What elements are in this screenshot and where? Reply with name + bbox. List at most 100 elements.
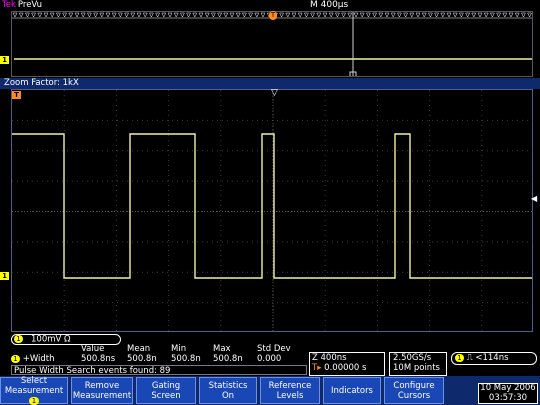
overview-tick [55, 12, 61, 18]
overview-tick [241, 12, 247, 18]
remove-measurement-button[interactable]: Remove Measurement [71, 377, 133, 404]
overview-tick [440, 12, 446, 18]
overview-tick [93, 12, 99, 18]
overview-tick [210, 12, 216, 18]
overview-tick [384, 12, 390, 18]
overview-tick [291, 12, 297, 18]
overview-tick [192, 12, 198, 18]
remove-measurement-label: Remove Measurement [72, 380, 132, 401]
meas-value: 500.8ns [81, 354, 116, 364]
overview-tick [43, 12, 49, 18]
pulse-trigger-icon: ⎍ [466, 353, 473, 363]
configure-label: Configure [393, 380, 435, 391]
overview-tick [105, 12, 111, 18]
meas-min: 500.8n [171, 354, 201, 364]
overview-tick [465, 12, 471, 18]
statistics-button[interactable]: Statistics On [199, 377, 257, 404]
overview-tick [316, 12, 322, 18]
datetime-readout: 10 May 2006 03:57:30 [478, 383, 538, 404]
indicators-button[interactable]: Indicators [323, 377, 381, 404]
overview-tick [427, 12, 433, 18]
timebase-label: M 400µs [310, 0, 349, 10]
overview-tick [124, 12, 130, 18]
overview-tick [254, 12, 260, 18]
zoom-scale: Z 400ns [312, 353, 347, 363]
graticule-svg [12, 90, 534, 333]
overview-tick [86, 12, 92, 18]
mode-label: PreVu [17, 0, 43, 10]
overview-tick [421, 12, 427, 18]
overview-tick [18, 12, 24, 18]
gating-button[interactable]: Gating Screen [136, 377, 196, 404]
record-length: 10M points [393, 363, 440, 373]
zoom-readout[interactable]: Z 400ns T▸ 0.00000 s [309, 352, 385, 376]
overview-trigger-marker[interactable]: T [269, 11, 277, 20]
overview-tick [322, 12, 328, 18]
overview-tick [111, 12, 117, 18]
overview-tick [303, 12, 309, 18]
overview-tick [403, 12, 409, 18]
trigger-delay-icon: T▸ [312, 363, 322, 373]
overview-tick [161, 12, 167, 18]
overview-tick [520, 12, 526, 18]
indicators-label: Indicators [331, 385, 373, 396]
overview-tick [279, 12, 285, 18]
overview-tick [37, 12, 43, 18]
overview-tick [452, 12, 458, 18]
top-status-bar [0, 0, 540, 11]
select-measurement-button[interactable]: Select Measurement 1 [0, 376, 68, 405]
overview-tick [260, 12, 266, 18]
zoom-position-line: T▸ 0.00000 s [312, 363, 384, 373]
overview-svg [12, 12, 532, 76]
overview-tick [155, 12, 161, 18]
trigger-position-marker[interactable]: T [12, 91, 21, 99]
sample-rate-readout[interactable]: 2.50GS/s 10M points [389, 352, 447, 376]
overview-tick [310, 12, 316, 18]
overview-ch1-level-marker[interactable]: 1 [0, 56, 9, 64]
zoom-factor-bar [0, 78, 540, 89]
measurement-table: Value Mean Min Max Std Dev 1 +Width 500.… [11, 344, 307, 365]
reference-levels-button[interactable]: Reference Levels [260, 377, 320, 404]
gating-label: Gating [151, 380, 181, 391]
overview-tick [148, 12, 154, 18]
meas-header-value: Value [81, 344, 105, 354]
waveform-trace [12, 133, 532, 279]
meas-row-label[interactable]: 1 +Width [11, 354, 81, 364]
overview-tick [80, 12, 86, 18]
overview-tick [167, 12, 173, 18]
overview-tick [446, 12, 452, 18]
overview-tick [24, 12, 30, 18]
overview-tick [142, 12, 148, 18]
overview-tick [31, 12, 37, 18]
zoom-graticule[interactable] [11, 89, 534, 333]
overview-tick [415, 12, 421, 18]
overview-tick [514, 12, 520, 18]
meas-label: +Width [22, 354, 55, 364]
overview-tick [471, 12, 477, 18]
cursors-label: Cursors [397, 390, 431, 401]
ch1-badge: 1 [14, 335, 23, 343]
overview-window[interactable] [11, 11, 533, 77]
overview-tick [130, 12, 136, 18]
overview-tick [68, 12, 74, 18]
overview-tick [489, 12, 495, 18]
overview-tick [198, 12, 204, 18]
overview-tick [434, 12, 440, 18]
sample-rate: 2.50GS/s [393, 353, 432, 363]
overview-tick [496, 12, 502, 18]
ch1-level-marker[interactable]: 1 [0, 272, 9, 280]
overview-tick [229, 12, 235, 18]
overview-tick [99, 12, 105, 18]
zoom-factor-label: Zoom Factor: 1kX [4, 78, 79, 88]
overview-tick [217, 12, 223, 18]
overview-tick [483, 12, 489, 18]
overview-tick [508, 12, 514, 18]
configure-cursors-button[interactable]: Configure Cursors [384, 377, 444, 404]
reference-label: Reference [268, 380, 312, 391]
overview-tick [378, 12, 384, 18]
overview-tick [341, 12, 347, 18]
overview-tick [359, 12, 365, 18]
trigger-readout[interactable]: 1 ⎍ <114ns [451, 352, 537, 365]
overview-tick [458, 12, 464, 18]
status-left: Tek PreVu [2, 0, 42, 11]
